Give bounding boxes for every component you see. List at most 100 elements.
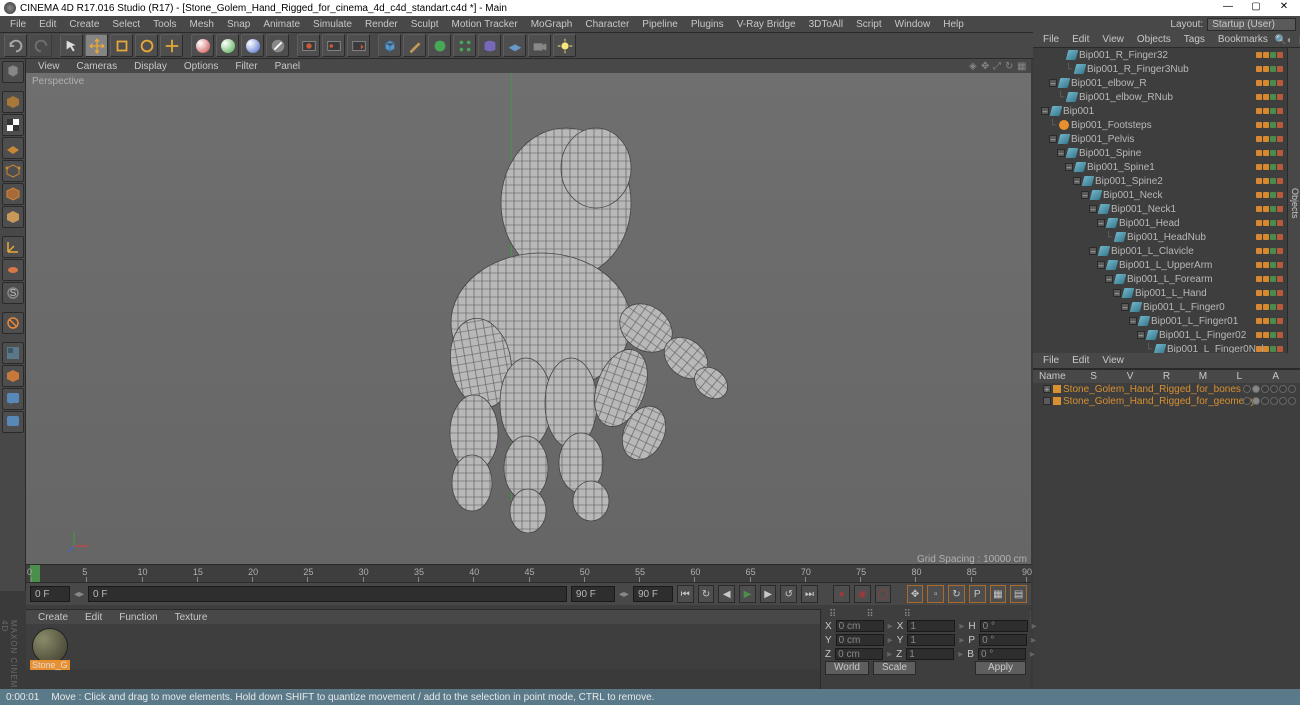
tweak-button[interactable] — [2, 259, 24, 281]
cube-primitive-button[interactable] — [378, 34, 401, 57]
tree-item[interactable]: └Bip001_R_Finger3Nub — [1033, 62, 1287, 76]
tree-item[interactable]: –Bip001_Spine1 — [1033, 160, 1287, 174]
play-fwd-button[interactable]: ↺ — [780, 585, 797, 603]
menu-window[interactable]: Window — [889, 18, 937, 31]
material-tree[interactable]: +Stone_Golem_Hand_Rigged_for_bonesStone_… — [1033, 383, 1300, 690]
snap-button[interactable]: S — [2, 282, 24, 304]
viewport-solo-button[interactable] — [2, 342, 24, 364]
pen-tool-button[interactable] — [403, 34, 426, 57]
vpmenu-filter[interactable]: Filter — [227, 61, 265, 72]
menu-file[interactable]: File — [4, 18, 32, 31]
axis-button[interactable] — [2, 236, 24, 258]
vpmenu-cameras[interactable]: Cameras — [69, 61, 126, 72]
subdiv-button[interactable] — [428, 34, 451, 57]
go-start-button[interactable]: ⏮ — [677, 585, 694, 603]
vp-icon-1[interactable]: ◈ — [969, 61, 979, 71]
close-button[interactable]: ✕ — [1272, 1, 1296, 15]
vp-icon-3[interactable]: ⤢ — [993, 61, 1003, 71]
menu-tools[interactable]: Tools — [147, 18, 182, 31]
scale-button[interactable] — [110, 34, 133, 57]
tree-item[interactable]: └Bip001_Footsteps — [1033, 118, 1287, 132]
script2-button[interactable] — [2, 411, 24, 433]
matbar-function[interactable]: Function — [111, 612, 165, 623]
redo-button[interactable] — [29, 34, 52, 57]
apply-button[interactable]: Apply — [975, 661, 1026, 675]
live-select-button[interactable] — [60, 34, 83, 57]
loop-button[interactable]: ↻ — [698, 585, 715, 603]
undo-button[interactable] — [4, 34, 27, 57]
tree-item[interactable]: └Bip001_HeadNub — [1033, 230, 1287, 244]
record-button[interactable]: ● — [833, 585, 850, 603]
tree-item[interactable]: –Bip001_L_Hand — [1033, 286, 1287, 300]
floor-button[interactable] — [503, 34, 526, 57]
script-button[interactable] — [2, 388, 24, 410]
matbar-create[interactable]: Create — [30, 612, 76, 623]
treemenu-objects[interactable]: Objects — [1131, 34, 1177, 45]
tree-item[interactable]: –Bip001_L_Finger01 — [1033, 314, 1287, 328]
camera-button[interactable] — [528, 34, 551, 57]
menu-edit[interactable]: Edit — [33, 18, 62, 31]
menu-pipeline[interactable]: Pipeline — [636, 18, 684, 31]
light-button[interactable] — [553, 34, 576, 57]
tree-item[interactable]: –Bip001 — [1033, 104, 1287, 118]
all-key-button[interactable]: ▤ — [1010, 585, 1027, 603]
viewport[interactable]: Perspective — [26, 73, 1031, 566]
menu-animate[interactable]: Animate — [257, 18, 306, 31]
recent-tool-button[interactable] — [160, 34, 183, 57]
make-editable-button[interactable] — [2, 61, 24, 83]
pla-key-button[interactable]: ▦ — [990, 585, 1007, 603]
start-frame-field[interactable] — [30, 586, 70, 602]
keyframe-button[interactable]: ◯ — [875, 585, 892, 603]
mat-item[interactable]: +Stone_Golem_Hand_Rigged_for_bones — [1033, 383, 1300, 395]
render-settings-button[interactable] — [347, 34, 370, 57]
workplane-button[interactable] — [2, 137, 24, 159]
menu-sculpt[interactable]: Sculpt — [405, 18, 445, 31]
menu-snap[interactable]: Snap — [221, 18, 256, 31]
material-preview[interactable] — [32, 628, 68, 664]
rot-key-button[interactable]: ↻ — [948, 585, 965, 603]
menu-simulate[interactable]: Simulate — [307, 18, 358, 31]
edge-mode-button[interactable] — [2, 183, 24, 205]
matbar-edit[interactable]: Edit — [77, 612, 110, 623]
rotate-button[interactable] — [135, 34, 158, 57]
menu-v-ray bridge[interactable]: V-Ray Bridge — [731, 18, 802, 31]
matmenu-edit[interactable]: Edit — [1066, 355, 1095, 366]
vp-icon-2[interactable]: ✥ — [981, 61, 991, 71]
objects-tab[interactable]: Objects — [1287, 48, 1300, 353]
end-frame-field[interactable] — [633, 586, 673, 602]
tree-item[interactable]: –Bip001_elbow_R — [1033, 76, 1287, 90]
render-pv-button[interactable] — [322, 34, 345, 57]
menu-3dtoall[interactable]: 3DToAll — [803, 18, 849, 31]
treemenu-edit[interactable]: Edit — [1066, 34, 1095, 45]
point-mode-button[interactable] — [2, 160, 24, 182]
scale-key-button[interactable]: ▫ — [927, 585, 944, 603]
y-axis-button[interactable] — [216, 34, 239, 57]
tree-item[interactable]: –Bip001_L_UpperArm — [1033, 258, 1287, 272]
param-key-button[interactable]: P — [969, 585, 986, 603]
vp-icon-5[interactable]: ▦ — [1017, 61, 1027, 71]
deformer-button[interactable] — [478, 34, 501, 57]
menu-select[interactable]: Select — [106, 18, 146, 31]
array-button[interactable] — [453, 34, 476, 57]
tree-item[interactable]: –Bip001_L_Forearm — [1033, 272, 1287, 286]
tree-item[interactable]: └Bip001_L_Finger0Nub — [1033, 342, 1287, 353]
go-end-button[interactable]: ⏭ — [801, 585, 818, 603]
tree-item[interactable]: –Bip001_Head — [1033, 216, 1287, 230]
matmenu-view[interactable]: View — [1096, 355, 1130, 366]
menu-mesh[interactable]: Mesh — [184, 18, 220, 31]
vpmenu-panel[interactable]: Panel — [267, 61, 309, 72]
range-end-field[interactable] — [571, 586, 615, 602]
matbar-texture[interactable]: Texture — [167, 612, 216, 623]
vpmenu-options[interactable]: Options — [176, 61, 226, 72]
autokey-button[interactable]: ◉ — [854, 585, 871, 603]
tree-item[interactable]: –Bip001_Spine2 — [1033, 174, 1287, 188]
coord-scale-select[interactable]: Scale — [873, 661, 916, 675]
coord-world-select[interactable]: World — [825, 661, 869, 675]
maximize-button[interactable]: ▢ — [1244, 1, 1268, 15]
tree-item[interactable]: –Bip001_Neck — [1033, 188, 1287, 202]
x-ray-button[interactable] — [2, 365, 24, 387]
om-search-icon[interactable]: 🔍 — [1275, 35, 1285, 45]
vpmenu-display[interactable]: Display — [126, 61, 175, 72]
tree-item[interactable]: –Bip001_L_Finger0 — [1033, 300, 1287, 314]
menu-render[interactable]: Render — [359, 18, 404, 31]
